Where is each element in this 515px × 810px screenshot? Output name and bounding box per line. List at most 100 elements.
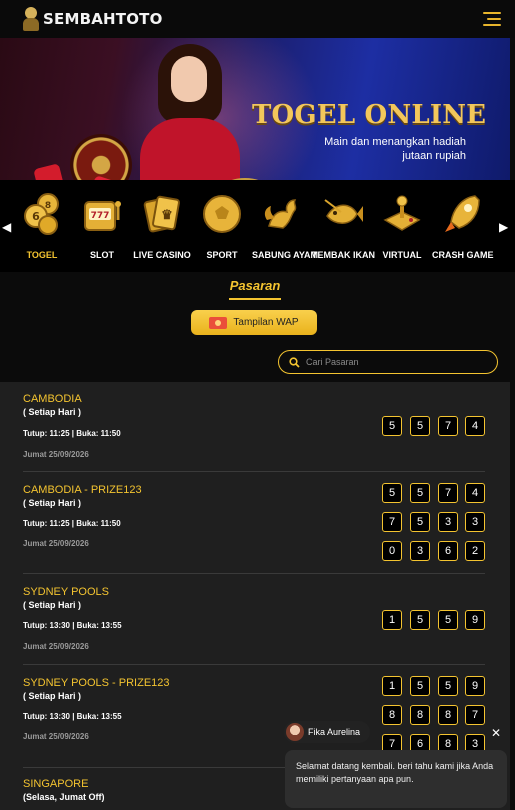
chat-message[interactable]: Selamat datang kembali. beri tahu kami j… <box>285 750 507 808</box>
agent-name: Fika Aurelina <box>308 727 361 737</box>
soccer-ball-icon <box>201 192 243 236</box>
divider <box>23 471 485 472</box>
playing-cards-icon: ♛ <box>141 192 183 236</box>
menu-icon[interactable] <box>483 12 501 26</box>
category-label: TEMBAK IKAN <box>312 250 375 260</box>
market-date: Jumat 25/09/2026 <box>23 450 89 459</box>
result-digit: 1 <box>382 676 402 696</box>
market-times: Tutup: 11:25 | Buka: 11:50 <box>23 429 121 438</box>
result-digit: 7 <box>382 512 402 532</box>
result-digit: 5 <box>382 483 402 503</box>
promo-banner[interactable]: TOGEL ONLINE Main dan menangkan hadiah j… <box>0 38 510 180</box>
result-digit: 2 <box>465 541 485 561</box>
result-digit: 3 <box>410 541 430 561</box>
result-digit: 9 <box>465 676 485 696</box>
market-date: Jumat 25/09/2026 <box>23 732 89 741</box>
mascot-icon <box>22 6 40 32</box>
result-digit: 5 <box>410 610 430 630</box>
result-digit: 9 <box>465 610 485 630</box>
category-sabung-ayam[interactable]: SABUNG AYAM <box>252 192 319 262</box>
market-name[interactable]: CAMBODIA <box>23 393 82 405</box>
result-digit: 5 <box>410 483 430 503</box>
lottery-balls-icon: 68 <box>21 192 63 236</box>
result-digit: 7 <box>438 416 458 436</box>
result-digit: 8 <box>382 705 402 725</box>
slot-machine-icon: 777 <box>81 192 123 236</box>
market-times: Tutup: 13:30 | Buka: 13:55 <box>23 712 122 721</box>
top-header: SEMBAHTOTO <box>0 0 515 38</box>
svg-text:8: 8 <box>45 201 51 211</box>
avatar <box>286 723 304 741</box>
market-name[interactable]: SYDNEY POOLS <box>23 586 109 598</box>
category-label: CRASH GAME <box>432 250 494 260</box>
category-label: SPORT <box>206 250 238 260</box>
search-input[interactable] <box>306 357 486 367</box>
market-schedule: ( Setiap Hari ) <box>23 407 82 417</box>
title-underline <box>229 298 281 300</box>
market-name[interactable]: CAMBODIA - PRIZE123 <box>23 484 142 496</box>
svg-text:6: 6 <box>32 210 40 223</box>
category-label: VIRTUAL <box>382 250 422 260</box>
wap-view-label: Tampilan WAP <box>233 317 299 328</box>
category-label: LIVE CASINO <box>133 250 191 260</box>
category-crash-game[interactable]: CRASH GAME <box>432 192 494 262</box>
section-title: Pasaran <box>229 278 281 293</box>
market-times: Tutup: 11:25 | Buka: 11:50 <box>23 519 121 528</box>
category-slot[interactable]: 777 SLOT <box>72 192 132 262</box>
result-digit: 4 <box>465 416 485 436</box>
result-digit: 7 <box>465 705 485 725</box>
result-digit: 5 <box>438 676 458 696</box>
chat-agent[interactable]: Fika Aurelina <box>284 721 371 743</box>
category-tembak-ikan[interactable]: TEMBAK IKAN <box>312 192 375 262</box>
page: SEMBAHTOTO TOGEL ONLINE Main dan menangk… <box>0 0 515 810</box>
fish-icon <box>321 192 363 236</box>
market-schedule: ( Setiap Hari ) <box>23 691 82 701</box>
market-date: Jumat 25/09/2026 <box>23 539 89 548</box>
svg-text:♛: ♛ <box>161 208 173 223</box>
monitor-icon <box>209 316 228 329</box>
category-virtual[interactable]: VIRTUAL <box>372 192 432 262</box>
result-digit: 4 <box>465 483 485 503</box>
result-digit: 8 <box>438 705 458 725</box>
scroll-left-icon[interactable]: ◀ <box>2 220 11 234</box>
result-digit: 6 <box>438 541 458 561</box>
divider <box>23 573 485 574</box>
brand-logo[interactable]: SEMBAHTOTO <box>22 6 163 32</box>
market-date: Jumat 25/09/2026 <box>23 642 89 651</box>
category-live-casino[interactable]: ♛ LIVE CASINO <box>132 192 192 262</box>
result-digit: 3 <box>465 512 485 532</box>
banner-subtitle: Main dan menangkan hadiah <box>324 136 466 148</box>
result-digit: 5 <box>410 416 430 436</box>
result-digit: 5 <box>438 610 458 630</box>
category-togel[interactable]: 68 TOGEL <box>12 192 72 262</box>
market-schedule: ( Setiap Hari ) <box>23 498 82 508</box>
banner-title: TOGEL ONLINE <box>252 100 487 130</box>
market-name[interactable]: SINGAPORE <box>23 778 88 790</box>
category-sport[interactable]: SPORT <box>192 192 252 262</box>
category-label: SLOT <box>90 250 114 260</box>
wap-view-button[interactable]: Tampilan WAP <box>191 310 317 335</box>
market-schedule: (Selasa, Jumat Off) <box>23 792 105 802</box>
banner-subtitle-2: jutaan rupiah <box>402 150 466 162</box>
rooster-icon <box>261 192 303 236</box>
search-icon <box>289 356 300 368</box>
scroll-right-icon[interactable]: ▶ <box>499 220 508 234</box>
category-label: SABUNG AYAM <box>252 250 319 260</box>
rocket-icon <box>441 192 483 236</box>
result-digit: 8 <box>410 705 430 725</box>
brand-name: SEMBAHTOTO <box>43 10 163 28</box>
close-icon[interactable]: ✕ <box>489 726 503 740</box>
result-digit: 1 <box>382 610 402 630</box>
market-search[interactable] <box>278 350 498 374</box>
svg-text:777: 777 <box>91 211 110 221</box>
result-digit: 7 <box>438 483 458 503</box>
market-times: Tutup: 13:30 | Buka: 13:55 <box>23 621 122 630</box>
dice-icon <box>33 163 65 180</box>
result-digit: 5 <box>410 676 430 696</box>
market-name[interactable]: SYDNEY POOLS - PRIZE123 <box>23 677 170 689</box>
divider <box>23 664 485 665</box>
category-label: TOGEL <box>26 250 58 260</box>
market-list: CAMBODIA ( Setiap Hari ) Tutup: 11:25 | … <box>0 382 510 810</box>
category-nav: ◀ ▶ 68 TOGEL 777 SLOT ♛ LIVE CASINO SPOR… <box>0 180 515 272</box>
result-digit: 0 <box>382 541 402 561</box>
